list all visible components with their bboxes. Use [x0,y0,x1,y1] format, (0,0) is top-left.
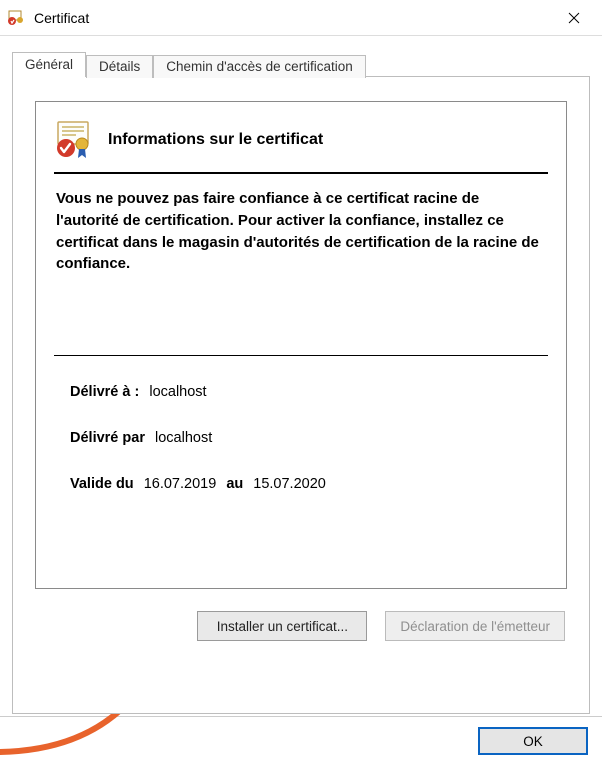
install-certificate-button[interactable]: Installer un certificat... [197,611,367,641]
valid-from-label: Valide du [70,476,134,492]
tab-certpath-label: Chemin d'accès de certification [166,59,352,74]
valid-to-value: 15.07.2020 [253,476,326,492]
certificate-app-icon [8,9,26,27]
issued-to-row: Délivré à : localhost [70,384,540,400]
certificate-dialog: Certificat Général Détails Chemin d'accè… [0,0,602,765]
dialog-footer: OK [0,716,602,755]
issued-by-row: Délivré par localhost [70,430,540,446]
tab-certpath[interactable]: Chemin d'accès de certification [153,55,365,78]
valid-from-value: 16.07.2019 [144,476,217,492]
close-icon [568,12,580,24]
client-area: Général Détails Chemin d'accès de certif… [0,36,602,724]
issued-by-label: Délivré par [70,430,145,446]
valid-to-label: au [226,476,243,492]
ok-button[interactable]: OK [478,727,588,755]
tab-general[interactable]: Général [12,52,86,77]
button-row: Installer un certificat... Déclaration d… [35,611,567,641]
tab-general-label: Général [25,57,73,72]
titlebar: Certificat [0,0,602,36]
install-certificate-label: Installer un certificat... [217,619,348,634]
certificate-header: Informations sur le certificat [54,120,548,160]
tabstrip: Général Détails Chemin d'accès de certif… [12,48,590,76]
certificate-fields: Délivré à : localhost Délivré par localh… [54,376,548,492]
issued-to-label: Délivré à : [70,384,139,400]
issued-to-value: localhost [149,384,206,400]
certificate-info-box: Informations sur le certificat Vous ne p… [35,101,567,589]
certificate-icon [54,120,94,160]
tab-details-label: Détails [99,59,140,74]
issuer-statement-label: Déclaration de l'émetteur [400,619,550,634]
close-button[interactable] [552,3,596,33]
tabpanel-general: Informations sur le certificat Vous ne p… [12,76,590,714]
issuer-statement-button: Déclaration de l'émetteur [385,611,565,641]
separator-bottom [54,355,548,356]
ok-button-label: OK [523,734,543,749]
window-title: Certificat [34,10,552,26]
tab-details[interactable]: Détails [86,55,153,78]
separator-top [54,172,548,174]
certificate-heading: Informations sur le certificat [108,131,323,149]
validity-row: Valide du 16.07.2019 au 15.07.2020 [70,476,540,492]
certificate-warning-text: Vous ne pouvez pas faire confiance à ce … [54,188,548,275]
issued-by-value: localhost [155,430,212,446]
